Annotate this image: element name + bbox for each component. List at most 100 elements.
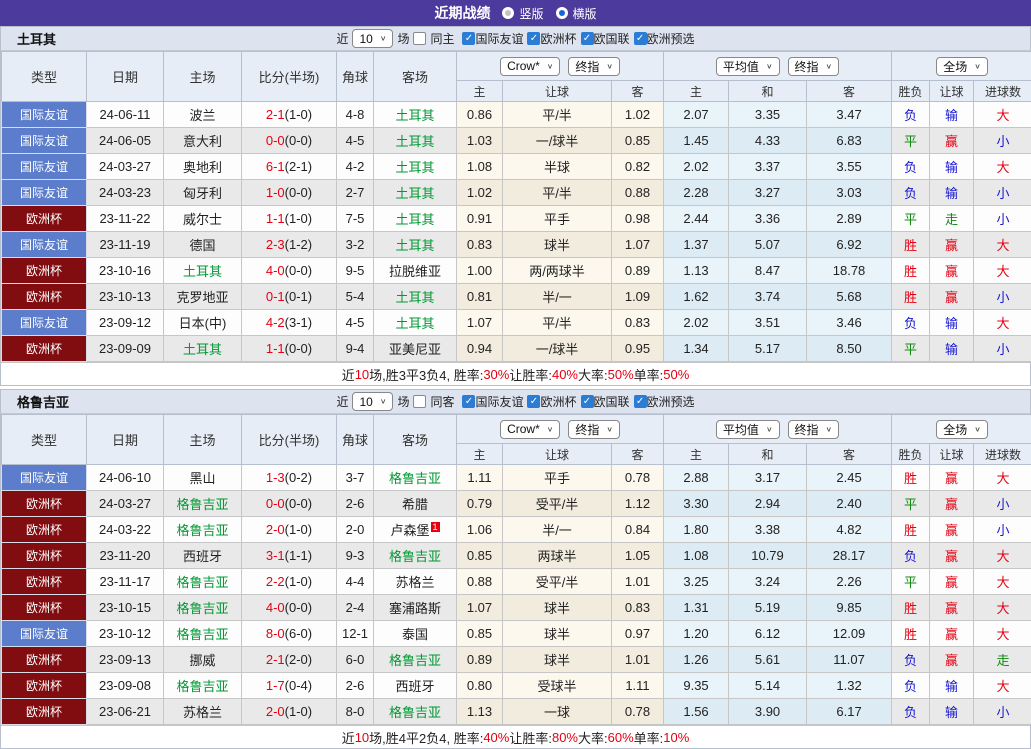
crow-odds-group: Crow*∨ 终指∨: [457, 415, 664, 444]
final-odds-select[interactable]: 终指∨: [568, 420, 620, 439]
result-wdl: 平: [892, 206, 930, 232]
match-type-badge: 国际友谊: [2, 154, 87, 180]
corner-score: 4-5: [337, 128, 374, 154]
crow-home-odds: 1.11: [457, 465, 503, 491]
check-icon: ✓: [636, 397, 644, 407]
match-type-badge: 国际友谊: [2, 310, 87, 336]
crow-handicap: 球半: [503, 232, 612, 258]
result-handicap: 输: [930, 336, 974, 362]
team-bar: 格鲁吉亚 近 10 ∨ 场 ✓ 同客 ✓ 国际友谊 ✓: [1, 390, 1030, 414]
crow-home-odds: 0.86: [457, 102, 503, 128]
league-checkbox[interactable]: ✓: [581, 32, 594, 45]
match-type-badge: 欧洲杯: [2, 258, 87, 284]
final-odds-select[interactable]: 终指∨: [788, 57, 840, 76]
league-checkbox[interactable]: ✓: [527, 395, 540, 408]
table-row: 欧洲杯 23-06-21 苏格兰 2-0(1-0) 8-0 格鲁吉亚 1.13 …: [2, 699, 1031, 725]
crow-handicap: 一/球半: [503, 336, 612, 362]
average-select[interactable]: 平均值∨: [716, 57, 780, 76]
result-goals: 小: [974, 284, 1031, 310]
bookmaker-select[interactable]: Crow*∨: [500, 420, 560, 439]
same-home-checkbox[interactable]: ✓: [413, 32, 426, 45]
away-team: 格鲁吉亚: [374, 647, 457, 673]
league-checkbox[interactable]: ✓: [581, 395, 594, 408]
average-select[interactable]: 平均值∨: [716, 420, 780, 439]
avg-away-odds: 11.07: [807, 647, 892, 673]
result-wdl: 负: [892, 310, 930, 336]
match-type-badge: 欧洲杯: [2, 284, 87, 310]
score: 2-0(1-0): [242, 699, 337, 725]
chevron-down-icon: ∨: [766, 425, 773, 434]
column-header-score: 比分(半场): [242, 52, 337, 102]
same-away-checkbox[interactable]: ✓: [413, 395, 426, 408]
home-team: 黑山: [164, 465, 242, 491]
check-icon: ✓: [530, 34, 538, 44]
away-team: 土耳其: [374, 154, 457, 180]
league-checkbox[interactable]: ✓: [462, 395, 475, 408]
league-label: 欧洲预选: [647, 393, 695, 410]
crow-home-odds: 1.07: [457, 310, 503, 336]
avg-away-odds: 3.03: [807, 180, 892, 206]
check-icon: ✓: [465, 34, 473, 44]
layout-option-horizontal[interactable]: 横版: [556, 5, 597, 22]
subcol-crow-away: 客: [612, 444, 664, 465]
fullmatch-select[interactable]: 全场∨: [936, 420, 988, 439]
chevron-down-icon: ∨: [974, 425, 981, 434]
result-handicap: 输: [930, 673, 974, 699]
recent-count-select[interactable]: 10 ∨: [352, 392, 393, 411]
radio-icon[interactable]: [556, 7, 568, 19]
recent-count-value: 10: [359, 32, 372, 46]
away-team: 土耳其: [374, 206, 457, 232]
home-team: 格鲁吉亚: [164, 517, 242, 543]
league-label: 欧洲杯: [540, 393, 576, 410]
layout-option-vertical[interactable]: 竖版: [502, 5, 543, 22]
final-odds-select[interactable]: 终指∨: [788, 420, 840, 439]
subcol-handicap-result: 让球: [930, 444, 974, 465]
bookmaker-select[interactable]: Crow*∨: [500, 57, 560, 76]
chevron-down-icon: ∨: [826, 425, 833, 434]
league-checkbox[interactable]: ✓: [527, 32, 540, 45]
away-team: 希腊: [374, 491, 457, 517]
result-wdl: 负: [892, 699, 930, 725]
avg-home-odds: 3.25: [664, 569, 729, 595]
league-filter-item: ✓ 欧洲预选: [634, 30, 695, 47]
result-wdl: 负: [892, 180, 930, 206]
league-checkbox[interactable]: ✓: [634, 32, 647, 45]
match-date: 23-10-16: [87, 258, 164, 284]
final-odds-select[interactable]: 终指∨: [568, 57, 620, 76]
radio-icon[interactable]: [502, 7, 514, 19]
match-date: 23-10-12: [87, 621, 164, 647]
avg-away-odds: 5.68: [807, 284, 892, 310]
league-filter-item: ✓ 欧洲杯: [527, 30, 576, 47]
home-team: 匈牙利: [164, 180, 242, 206]
result-handicap: 赢: [930, 569, 974, 595]
match-type-badge: 国际友谊: [2, 128, 87, 154]
column-header-home: 主场: [164, 415, 242, 465]
home-team: 格鲁吉亚: [164, 621, 242, 647]
recent-count-value: 10: [359, 395, 372, 409]
crow-home-odds: 1.00: [457, 258, 503, 284]
score: 2-2(1-0): [242, 569, 337, 595]
match-type-badge: 欧洲杯: [2, 517, 87, 543]
subcol-crow-handicap: 让球: [503, 81, 612, 102]
team-name: 格鲁吉亚: [17, 392, 69, 411]
match-type-badge: 欧洲杯: [2, 595, 87, 621]
league-checkbox[interactable]: ✓: [462, 32, 475, 45]
avg-away-odds: 6.92: [807, 232, 892, 258]
avg-away-odds: 3.46: [807, 310, 892, 336]
crow-handicap: 受球半: [503, 673, 612, 699]
score: 4-0(0-0): [242, 258, 337, 284]
subcol-avg-away: 客: [807, 81, 892, 102]
avg-home-odds: 1.80: [664, 517, 729, 543]
league-checkbox[interactable]: ✓: [634, 395, 647, 408]
result-goals: 大: [974, 154, 1031, 180]
fullmatch-select[interactable]: 全场∨: [936, 57, 988, 76]
result-wdl: 负: [892, 543, 930, 569]
crow-home-odds: 1.06: [457, 517, 503, 543]
match-date: 23-09-08: [87, 673, 164, 699]
crow-away-odds: 1.09: [612, 284, 664, 310]
corner-score: 5-4: [337, 284, 374, 310]
avg-draw-odds: 3.24: [729, 569, 807, 595]
recent-count-select[interactable]: 10 ∨: [352, 29, 393, 48]
crow-home-odds: 0.81: [457, 284, 503, 310]
avg-draw-odds: 5.19: [729, 595, 807, 621]
